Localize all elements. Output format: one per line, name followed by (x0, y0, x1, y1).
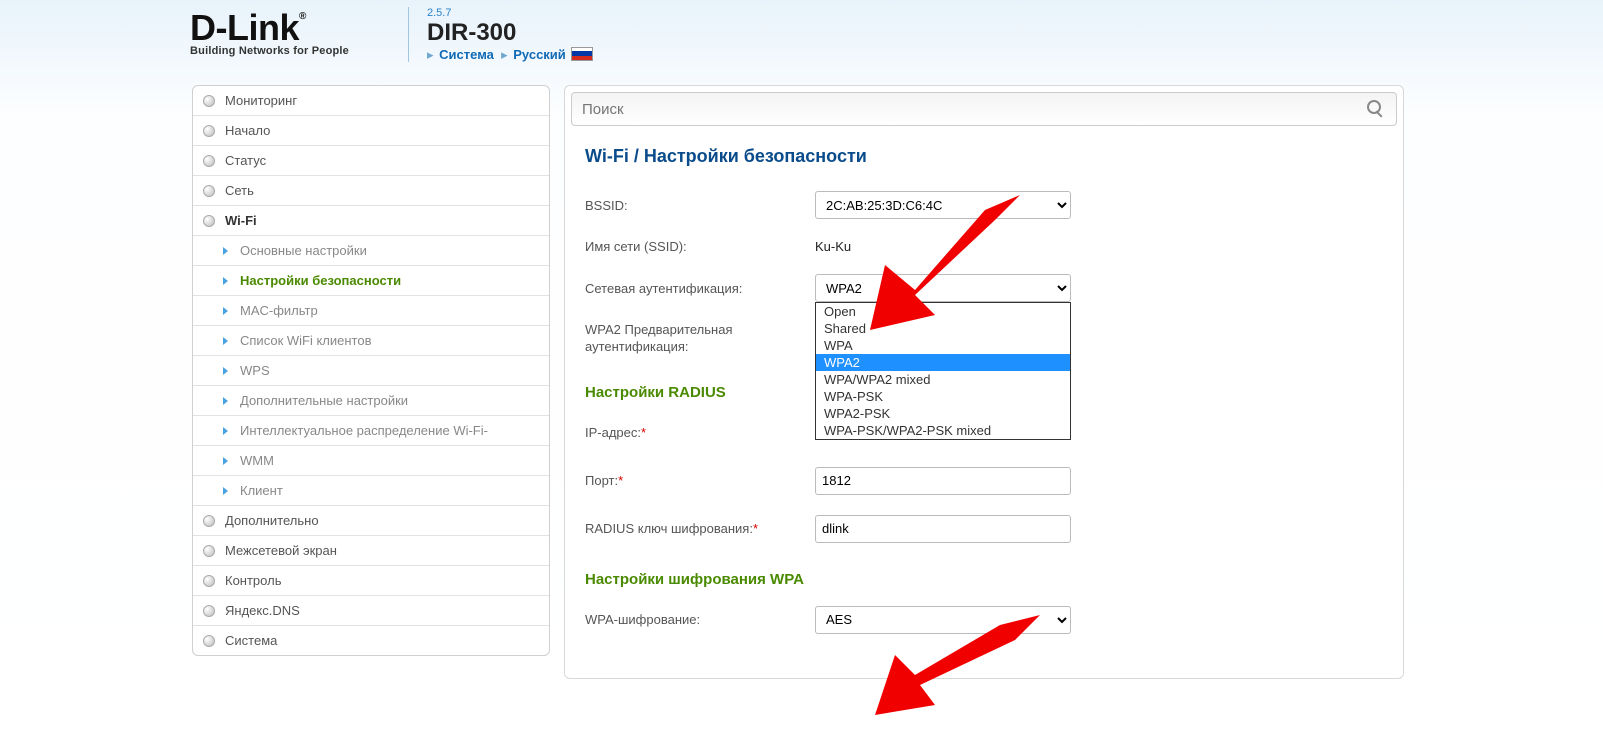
arrow-icon (223, 277, 228, 285)
sidebar-item-wmm[interactable]: WMM (193, 446, 549, 476)
auth-option[interactable]: WPA/WPA2 mixed (816, 371, 1070, 388)
sidebar-item-system[interactable]: Система (193, 626, 549, 655)
sidebar-item-monitoring[interactable]: Мониторинг (193, 86, 549, 116)
ssid-value: Ku-Ku (815, 239, 851, 254)
registered-mark: ® (299, 11, 306, 22)
header-divider (408, 7, 409, 62)
auth-option[interactable]: WPA2 (816, 354, 1070, 371)
sidebar-item-label: Сеть (225, 183, 254, 198)
triangle-icon: ▸ (427, 47, 434, 62)
sidebar-item-label: Яндекс.DNS (225, 603, 300, 618)
system-link[interactable]: Система (439, 47, 494, 62)
sidebar-item-control[interactable]: Контроль (193, 566, 549, 596)
sidebar-item-smart-wifi[interactable]: Интеллектуальное распределение Wi-Fi- (193, 416, 549, 446)
sidebar-item-advanced[interactable]: Дополнительно (193, 506, 549, 536)
sidebar-item-label: Статус (225, 153, 266, 168)
arrow-icon (223, 337, 228, 345)
arrow-icon (223, 367, 228, 375)
auth-label: Сетевая аутентификация: (585, 281, 815, 296)
sidebar-item-status[interactable]: Статус (193, 146, 549, 176)
arrow-icon (223, 487, 228, 495)
sidebar-item-label: WPS (240, 363, 270, 378)
sidebar-item-basic-settings[interactable]: Основные настройки (193, 236, 549, 266)
sidebar-item-label: Контроль (225, 573, 281, 588)
sidebar-item-wifi-clients[interactable]: Список WiFi клиентов (193, 326, 549, 356)
preauth-label: WPA2 Предварительная аутентификация: (585, 322, 815, 356)
sidebar: Мониторинг Начало Статус Сеть Wi-Fi Осно… (192, 85, 550, 656)
sidebar-item-firewall[interactable]: Межсетевой экран (193, 536, 549, 566)
sidebar-item-label: Интеллектуальное распределение Wi-Fi- (240, 423, 488, 438)
sidebar-item-network[interactable]: Сеть (193, 176, 549, 206)
sidebar-item-label: MAC-фильтр (240, 303, 318, 318)
sidebar-item-label: Дополнительные настройки (240, 393, 408, 408)
wpa-section-title: Настройки шифрования WPA (571, 557, 1397, 600)
sidebar-item-label: Мониторинг (225, 93, 297, 108)
triangle-icon: ▸ (501, 47, 508, 62)
sidebar-item-label: Начало (225, 123, 270, 138)
bullet-icon (203, 605, 215, 617)
sidebar-item-start[interactable]: Начало (193, 116, 549, 146)
firmware-version: 2.5.7 (427, 7, 593, 19)
sidebar-item-wifi[interactable]: Wi-Fi (193, 206, 549, 236)
sidebar-item-label: Клиент (240, 483, 283, 498)
sidebar-item-label: Дополнительно (225, 513, 319, 528)
sidebar-item-label: WMM (240, 453, 274, 468)
bullet-icon (203, 185, 215, 197)
arrow-icon (223, 247, 228, 255)
port-label: Порт:* (585, 473, 815, 488)
auth-option[interactable]: WPA2-PSK (816, 405, 1070, 422)
arrow-icon (223, 397, 228, 405)
bullet-icon (203, 215, 215, 227)
sidebar-item-label: Wi-Fi (225, 213, 257, 228)
brand-name: D-Link (190, 7, 299, 48)
bullet-icon (203, 95, 215, 107)
sidebar-item-security-settings[interactable]: Настройки безопасности (193, 266, 549, 296)
bullet-icon (203, 545, 215, 557)
device-model: DIR-300 (427, 19, 593, 47)
sidebar-item-label: Основные настройки (240, 243, 367, 258)
annotation-arrow-1 (870, 195, 1030, 335)
wpa-enc-label: WPA-шифрование: (585, 612, 815, 627)
sidebar-item-advanced-settings[interactable]: Дополнительные настройки (193, 386, 549, 416)
bullet-icon (203, 125, 215, 137)
arrow-icon (223, 457, 228, 465)
annotation-arrow-2 (875, 615, 1045, 715)
brand-tagline: Building Networks for People (190, 45, 390, 57)
auth-option[interactable]: WPA (816, 337, 1070, 354)
ip-label: IP-адрес:* (585, 425, 815, 440)
sidebar-item-label: Настройки безопасности (240, 273, 401, 288)
search-input[interactable] (582, 101, 1366, 118)
sidebar-item-wps[interactable]: WPS (193, 356, 549, 386)
flag-ru-icon (571, 47, 593, 61)
sidebar-item-client[interactable]: Клиент (193, 476, 549, 506)
brand-logo: D-Link® Building Networks for People (190, 12, 390, 56)
arrow-icon (223, 307, 228, 315)
radius-key-input[interactable] (815, 515, 1071, 543)
radius-key-label: RADIUS ключ шифрования:* (585, 521, 815, 536)
sidebar-item-mac-filter[interactable]: MAC-фильтр (193, 296, 549, 326)
sidebar-item-label: Межсетевой экран (225, 543, 337, 558)
port-input[interactable] (815, 467, 1071, 495)
ssid-label: Имя сети (SSID): (585, 239, 815, 254)
bssid-label: BSSID: (585, 198, 815, 213)
bullet-icon (203, 515, 215, 527)
header: D-Link® Building Networks for People 2.5… (0, 0, 1603, 85)
model-block: 2.5.7 DIR-300 ▸ Система ▸ Русский (427, 7, 593, 63)
bullet-icon (203, 155, 215, 167)
search-box (571, 92, 1397, 126)
page-title: Wi-Fi / Настройки безопасности (571, 146, 1397, 185)
search-icon[interactable] (1366, 99, 1386, 119)
auth-option[interactable]: WPA-PSK/WPA2-PSK mixed (816, 422, 1070, 439)
bullet-icon (203, 635, 215, 647)
auth-option[interactable]: WPA-PSK (816, 388, 1070, 405)
sidebar-item-label: Список WiFi клиентов (240, 333, 372, 348)
arrow-icon (223, 427, 228, 435)
sidebar-item-yandex-dns[interactable]: Яндекс.DNS (193, 596, 549, 626)
sidebar-item-label: Система (225, 633, 277, 648)
main-panel: Wi-Fi / Настройки безопасности BSSID: 2C… (564, 85, 1404, 679)
bullet-icon (203, 575, 215, 587)
language-link[interactable]: Русский (513, 47, 566, 62)
